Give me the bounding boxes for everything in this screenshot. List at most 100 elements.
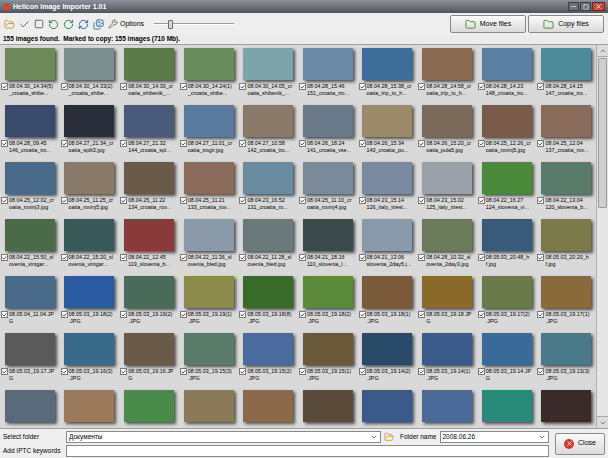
image-thumbnail[interactable]	[422, 162, 472, 194]
image-item[interactable]: 08.05.03_19.18(1).JPG	[358, 273, 418, 330]
image-item[interactable]: 08.04.23_15.14126_italy_triest...	[358, 159, 418, 216]
image-item[interactable]	[238, 387, 298, 425]
image-item[interactable]: 08.04.22_16.27124_slovenia_vi...	[477, 159, 537, 216]
image-checkbox[interactable]	[359, 368, 366, 375]
image-thumbnail[interactable]	[422, 48, 472, 80]
image-thumbnail[interactable]	[184, 333, 234, 365]
image-item[interactable]: 08.05.03_19.19(1).JPG	[179, 273, 239, 330]
image-thumbnail[interactable]	[541, 333, 591, 365]
image-thumbnail[interactable]	[5, 390, 55, 422]
image-checkbox[interactable]	[299, 140, 306, 147]
image-item[interactable]: 08.05.04_11.04.JPG	[0, 273, 60, 330]
image-item[interactable]: 08.05.03_19.15(3).JPG	[179, 330, 239, 387]
image-checkbox[interactable]	[1, 368, 8, 375]
options-button[interactable]: Options	[108, 19, 144, 30]
image-thumbnail[interactable]	[422, 276, 472, 308]
image-checkbox[interactable]	[418, 311, 425, 318]
image-checkbox[interactable]	[1, 83, 8, 90]
image-item[interactable]: 08.04.26_15.20_croatia_pula5.jpg	[417, 102, 477, 159]
image-checkbox[interactable]	[180, 311, 187, 318]
image-checkbox[interactable]	[359, 83, 366, 90]
image-checkbox[interactable]	[359, 197, 366, 204]
image-item[interactable]: 08.04.28_14.23148_croatia_tro...	[477, 45, 537, 102]
image-checkbox[interactable]	[537, 140, 544, 147]
image-thumbnail[interactable]	[362, 333, 412, 365]
image-item[interactable]: 08.04.22_13.04120_slovenia_b...	[536, 159, 596, 216]
image-checkbox[interactable]	[418, 83, 425, 90]
zoom-slider[interactable]	[154, 19, 234, 29]
image-thumbnail[interactable]	[303, 333, 353, 365]
image-checkbox[interactable]	[299, 197, 306, 204]
image-item[interactable]: 08.04.30_14.34(5)_croatia_shibe...	[0, 45, 60, 102]
image-item[interactable]: 08.05.03_19.16.JPG	[119, 330, 179, 387]
image-checkbox[interactable]	[180, 254, 187, 261]
image-item[interactable]: 08.04.22_11.36_slovenia_bled.jpg	[179, 216, 239, 273]
window-close-button[interactable]	[592, 2, 605, 11]
image-thumbnail[interactable]	[303, 48, 353, 80]
rotate-left-icon[interactable]	[48, 19, 59, 30]
image-thumbnail[interactable]	[184, 162, 234, 194]
image-thumbnail[interactable]	[303, 162, 353, 194]
image-item[interactable]: 08.04.23_15.02125_italy_triest...	[417, 159, 477, 216]
image-checkbox[interactable]	[537, 83, 544, 90]
image-item[interactable]	[119, 387, 179, 425]
image-checkbox[interactable]	[1, 140, 8, 147]
image-item[interactable]	[60, 387, 120, 425]
image-checkbox[interactable]	[299, 368, 306, 375]
image-item[interactable]	[358, 387, 418, 425]
image-item[interactable]	[179, 387, 239, 425]
scroll-up-button[interactable]	[597, 45, 608, 57]
image-checkbox[interactable]	[478, 254, 485, 261]
image-thumbnail[interactable]	[243, 48, 293, 80]
image-checkbox[interactable]	[61, 311, 68, 318]
image-item[interactable]: 08.04.30_14.05_croatia_shibenik_...	[238, 45, 298, 102]
image-item[interactable]: 08.04.28_14.15147_croatia_tro...	[536, 45, 596, 102]
image-thumbnail[interactable]	[482, 48, 532, 80]
image-thumbnail[interactable]	[5, 105, 55, 137]
image-item[interactable]: 08.04.25_11.21133_croatia_rov...	[179, 159, 239, 216]
image-item[interactable]: 08.05.03_19.14(2).JPG	[358, 330, 418, 387]
image-item[interactable]: 08.05.03_19.16(3).JPG	[60, 330, 120, 387]
image-checkbox[interactable]	[120, 368, 127, 375]
image-checkbox[interactable]	[299, 83, 306, 90]
image-thumbnail[interactable]	[124, 333, 174, 365]
check-all-icon[interactable]	[19, 19, 30, 30]
image-thumbnail[interactable]	[482, 105, 532, 137]
image-item[interactable]: 08.04.25_12.02_croatia_rovinj3.jpg	[0, 159, 60, 216]
image-thumbnail[interactable]	[482, 333, 532, 365]
image-item[interactable]: 08.04.27_10.58142_croatia_tro...	[238, 102, 298, 159]
image-thumbnail[interactable]	[243, 390, 293, 422]
image-thumbnail[interactable]	[482, 219, 532, 251]
image-thumbnail[interactable]	[5, 219, 55, 251]
image-item[interactable]: 08.04.28_09.45146_croatia_tro...	[0, 102, 60, 159]
image-thumbnail[interactable]	[124, 219, 174, 251]
image-item[interactable]: 08.04.23_16.52131_croatia_ro...	[238, 159, 298, 216]
image-item[interactable]	[0, 387, 60, 425]
image-checkbox[interactable]	[1, 197, 8, 204]
image-thumbnail[interactable]	[362, 276, 412, 308]
image-checkbox[interactable]	[478, 197, 485, 204]
image-checkbox[interactable]	[61, 83, 68, 90]
image-checkbox[interactable]	[120, 140, 127, 147]
image-thumbnail[interactable]	[303, 390, 353, 422]
image-thumbnail[interactable]	[541, 219, 591, 251]
image-checkbox[interactable]	[180, 83, 187, 90]
image-checkbox[interactable]	[537, 368, 544, 375]
image-item[interactable]: 08.05.03_19.13(3).JPG	[536, 330, 596, 387]
image-checkbox[interactable]	[478, 311, 485, 318]
image-thumbnail[interactable]	[184, 219, 234, 251]
image-checkbox[interactable]	[61, 140, 68, 147]
image-item[interactable]: 08.04.22_15.50_slovenia_vintgar...	[0, 216, 60, 273]
image-thumbnail[interactable]	[5, 276, 55, 308]
image-checkbox[interactable]	[120, 83, 127, 90]
image-checkbox[interactable]	[359, 311, 366, 318]
image-item[interactable]: 08.05.03_19.14.JPG	[477, 330, 537, 387]
image-checkbox[interactable]	[239, 254, 246, 261]
image-thumbnail[interactable]	[362, 162, 412, 194]
image-thumbnail[interactable]	[64, 48, 114, 80]
image-thumbnail[interactable]	[124, 162, 174, 194]
image-checkbox[interactable]	[478, 368, 485, 375]
image-checkbox[interactable]	[478, 83, 485, 90]
image-thumbnail[interactable]	[64, 333, 114, 365]
image-checkbox[interactable]	[299, 254, 306, 261]
